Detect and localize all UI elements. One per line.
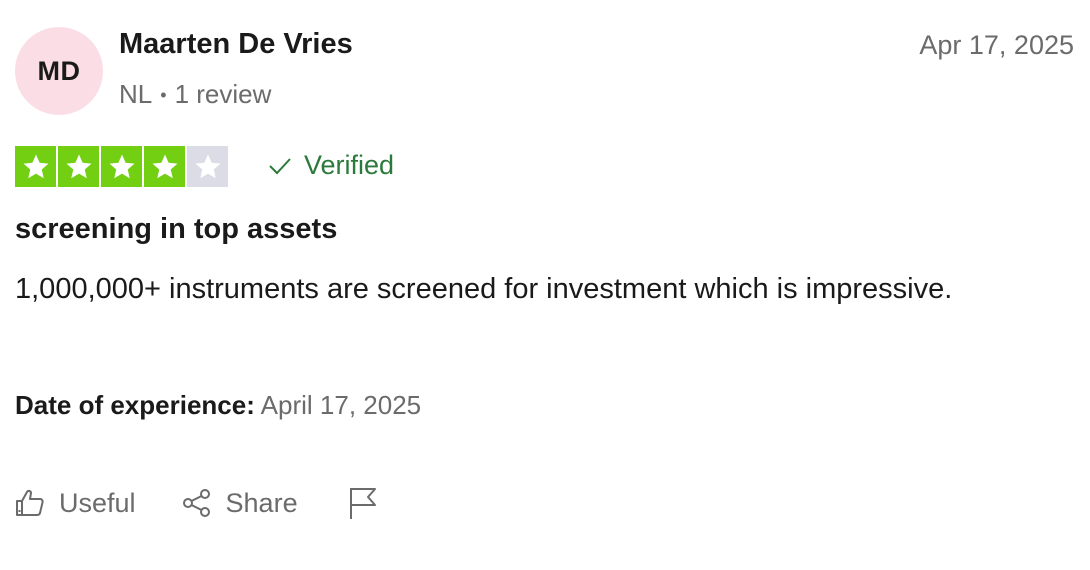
- star-rating: [15, 146, 230, 187]
- reviewer-name[interactable]: Maarten De Vries: [119, 28, 353, 61]
- flag-icon: [349, 488, 376, 519]
- thumbs-up-icon: [16, 489, 44, 516]
- avatar[interactable]: MD: [15, 27, 103, 115]
- star-filled: [144, 146, 185, 187]
- reviewer-country: NL: [119, 79, 153, 109]
- reviewer-meta: NL • 1 review: [119, 79, 271, 110]
- star-filled: [58, 146, 99, 187]
- date-of-experience: Date of experience: April 17, 2025: [15, 390, 421, 421]
- reviewer-review-count: 1 review: [174, 79, 272, 109]
- review-body: 1,000,000+ instruments are screened for …: [15, 273, 953, 305]
- checkmark-icon: [269, 157, 291, 174]
- experience-date: April 17, 2025: [260, 390, 422, 420]
- report-button[interactable]: [348, 486, 392, 520]
- review-card: MD Maarten De Vries NL • 1 review Apr 17…: [0, 0, 1090, 570]
- star-icon: [152, 154, 177, 178]
- star-empty: [187, 146, 228, 187]
- star-icon: [195, 154, 220, 178]
- star-filled: [101, 146, 142, 187]
- star-icon: [23, 154, 48, 178]
- share-icon: [182, 489, 210, 517]
- share-button[interactable]: Share: [182, 488, 298, 519]
- useful-button[interactable]: Useful: [15, 488, 136, 519]
- review-title[interactable]: screening in top assets: [15, 213, 337, 246]
- avatar-initials: MD: [37, 55, 81, 86]
- review-date: Apr 17, 2025: [919, 30, 1074, 60]
- share-label: Share: [225, 487, 298, 518]
- verified-label: Verified: [304, 150, 395, 180]
- verified-badge[interactable]: Verified: [268, 150, 394, 181]
- star-icon: [109, 154, 134, 178]
- star-filled: [15, 146, 56, 187]
- star-icon: [66, 154, 91, 178]
- useful-label: Useful: [59, 487, 136, 518]
- meta-separator: •: [160, 84, 167, 105]
- experience-label: Date of experience:: [15, 390, 255, 420]
- review-actions: Useful Share: [15, 486, 392, 520]
